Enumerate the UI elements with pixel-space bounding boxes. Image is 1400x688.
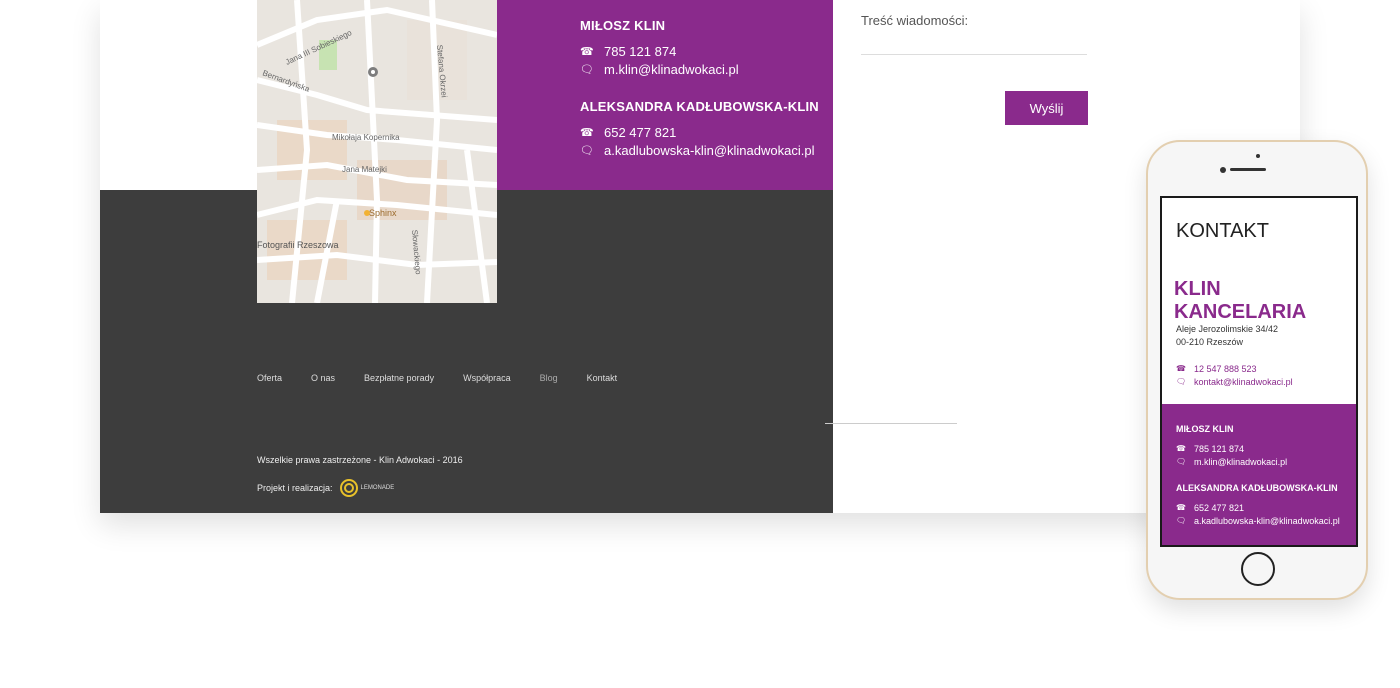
map[interactable]: Jana III Sobieskiego Bernardyńska Stefan…	[257, 0, 497, 303]
mobile-address-line2: 00-210 Rzeszów	[1176, 337, 1244, 347]
mobile-address-line1: Aleje Jerozolimskie 34/42	[1176, 324, 1279, 334]
phone-icon: ☎	[580, 46, 594, 58]
copyright: Wszelkie prawa zastrzeżone - Klin Adwoka…	[257, 455, 463, 465]
person-phone: 785 121 874	[604, 44, 677, 59]
street-label: Mikołaja Kopernika	[332, 133, 400, 142]
lemonade-logo[interactable]: LEMONADE	[339, 478, 395, 498]
lemonade-wordmark: LEMONADE	[360, 485, 395, 491]
phone-mockup: KONTAKT KLIN KANCELARIA Aleje Jerozolims…	[1146, 140, 1368, 600]
mobile-phone: 12 547 888 523	[1194, 364, 1257, 374]
contact-persons-panel: MIŁOSZ KLIN ☎ 785 121 874 🗨 m.klin@klina…	[497, 0, 833, 190]
phone-icon: ☎	[1176, 503, 1186, 512]
mobile-email: kontakt@klinadwokaci.pl	[1194, 377, 1293, 387]
phone-screen: KONTAKT KLIN KANCELARIA Aleje Jerozolims…	[1160, 196, 1358, 547]
person-name: ALEKSANDRA KADŁUBOWSKA-KLIN	[580, 99, 819, 114]
mobile-person-phone: 652 477 821	[1194, 503, 1245, 513]
mobile-persons-panel: MIŁOSZ KLIN ☎ 785 121 874 🗨 m.klin@klina…	[1162, 404, 1356, 545]
person-email-row[interactable]: 🗨 a.kadlubowska-klin@klinadwokaci.pl	[580, 143, 814, 158]
map-graphic: Jana III Sobieskiego Bernardyńska Stefan…	[257, 0, 497, 303]
person-name: MIŁOSZ KLIN	[580, 18, 666, 33]
person-phone-row[interactable]: ☎ 652 477 821	[580, 125, 676, 140]
mobile-email-row[interactable]: 🗨 kontakt@klinadwokaci.pl	[1176, 377, 1293, 387]
phone-speaker-icon	[1230, 168, 1266, 171]
send-button[interactable]: Wyślij	[1005, 91, 1088, 125]
footer-nav-o-nas[interactable]: O nas	[311, 373, 335, 383]
place-label: Fotografii Rzeszowa	[257, 240, 339, 250]
footer-nav-porady[interactable]: Bezpłatne porady	[364, 373, 434, 383]
chat-bubble-icon: 🗨	[1176, 457, 1187, 466]
mobile-page-title: KONTAKT	[1176, 220, 1269, 242]
mobile-person-name: MIŁOSZ KLIN	[1176, 424, 1234, 434]
street-label: Jana Matejki	[342, 165, 387, 174]
chat-bubble-icon: 🗨	[580, 145, 594, 157]
chat-bubble-icon: 🗨	[1176, 516, 1187, 525]
mobile-person-email: m.klin@klinadwokaci.pl	[1194, 457, 1288, 467]
mobile-person-email-row[interactable]: 🗨 m.klin@klinadwokaci.pl	[1176, 457, 1287, 467]
person-email: m.klin@klinadwokaci.pl	[604, 62, 739, 77]
footer-nav-blog[interactable]: Blog	[540, 373, 558, 383]
person-email: a.kadlubowska-klin@klinadwokaci.pl	[604, 143, 815, 158]
chat-bubble-icon: 🗨	[1176, 377, 1187, 386]
person-phone: 652 477 821	[604, 125, 677, 140]
footer-nav: Oferta O nas Bezpłatne porady Współpraca…	[257, 373, 646, 383]
mobile-person-phone-row[interactable]: ☎ 652 477 821	[1176, 503, 1244, 513]
message-label: Treść wiadomości:	[861, 13, 969, 28]
lemonade-mark-icon	[339, 479, 358, 497]
phone-camera-icon	[1256, 154, 1260, 158]
mobile-person-email: a.kadlubowska-klin@klinadwokaci.pl	[1194, 516, 1340, 526]
phone-icon: ☎	[1176, 364, 1186, 373]
footer-nav-oferta[interactable]: Oferta	[257, 373, 282, 383]
divider	[825, 423, 957, 424]
phone-sensor-icon	[1220, 167, 1226, 173]
mobile-person-name: ALEKSANDRA KADŁUBOWSKA-KLIN	[1176, 483, 1338, 493]
credit: Projekt i realizacja: LEMONADE	[257, 478, 394, 498]
person-email-row[interactable]: 🗨 m.klin@klinadwokaci.pl	[580, 62, 739, 77]
phone-home-button[interactable]	[1241, 552, 1275, 586]
phone-icon: ☎	[580, 127, 594, 139]
chat-bubble-icon: 🗨	[580, 64, 594, 76]
mobile-person-phone: 785 121 874	[1194, 444, 1245, 454]
credit-label: Projekt i realizacja:	[257, 483, 333, 493]
mobile-phone-row[interactable]: ☎ 12 547 888 523	[1176, 364, 1257, 374]
phone-icon: ☎	[1176, 444, 1186, 453]
mobile-person-phone-row[interactable]: ☎ 785 121 874	[1176, 444, 1244, 454]
mobile-person-email-row[interactable]: 🗨 a.kadlubowska-klin@klinadwokaci.pl	[1176, 516, 1340, 526]
mobile-brand: KLIN KANCELARIA	[1174, 278, 1307, 323]
footer-nav-kontakt[interactable]: Kontakt	[587, 373, 618, 383]
footer-nav-wspolpraca[interactable]: Współpraca	[463, 373, 511, 383]
place-label: Sphinx	[369, 208, 397, 218]
desktop-mockup: Jana III Sobieskiego Bernardyńska Stefan…	[100, 0, 1300, 513]
person-phone-row[interactable]: ☎ 785 121 874	[580, 44, 676, 59]
message-input[interactable]	[861, 54, 1087, 55]
